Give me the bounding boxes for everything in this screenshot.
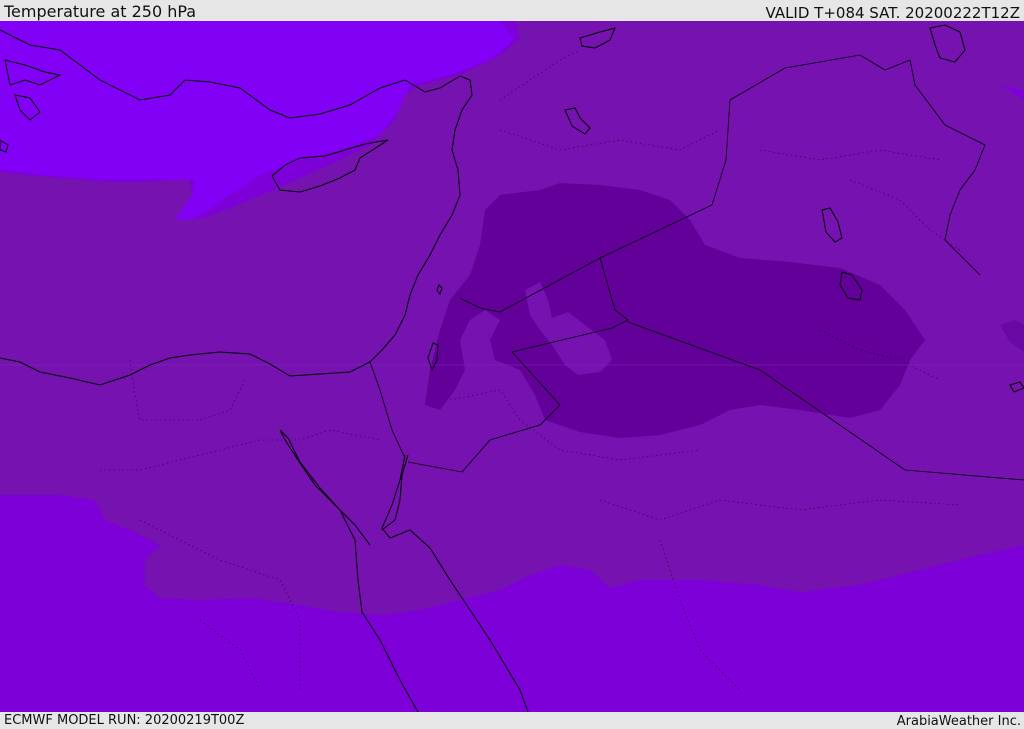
header-bar: Temperature at 250 hPa VALID T+084 SAT. …	[0, 0, 1024, 21]
map-canvas	[0, 21, 1024, 712]
map-title: Temperature at 250 hPa	[4, 2, 197, 21]
valid-time-label: VALID T+084 SAT. 20200222T12Z	[765, 4, 1020, 22]
weather-map[interactable]	[0, 21, 1024, 712]
model-run-label: ECMWF MODEL RUN: 20200219T00Z	[4, 713, 245, 728]
footer-bar: ECMWF MODEL RUN: 20200219T00Z ArabiaWeat…	[0, 712, 1024, 729]
credit-label: ArabiaWeather Inc.	[896, 714, 1021, 729]
